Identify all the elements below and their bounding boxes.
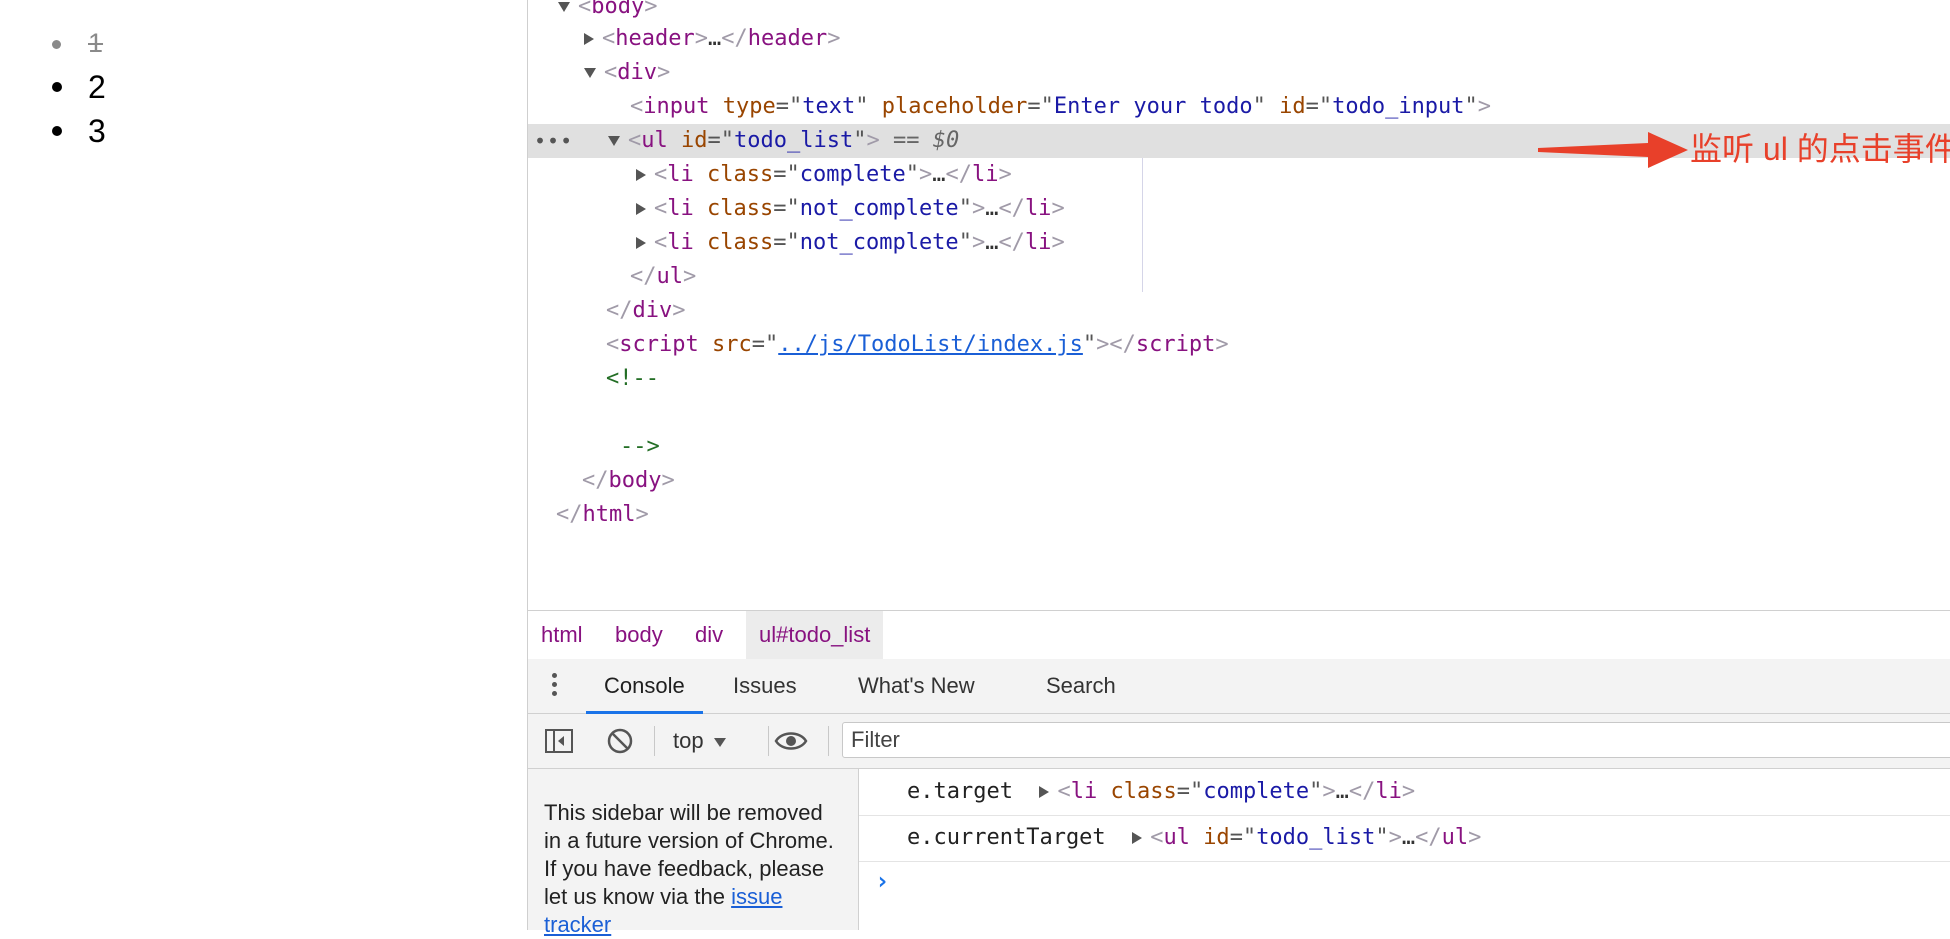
rendered-page: 1 2 3 [0, 0, 527, 930]
todo-item[interactable]: 2 [44, 68, 106, 112]
breadcrumb-div[interactable]: div [682, 611, 736, 659]
todo-item[interactable]: 1 [44, 24, 106, 68]
more-options-icon[interactable]: ••• [534, 124, 573, 158]
tree-node-html-close[interactable]: </html> [528, 498, 1950, 532]
breadcrumb-html[interactable]: html [528, 611, 596, 659]
annotation-text: 监听 ul 的点击事件 [1690, 131, 1950, 167]
script-src-link[interactable]: ../js/TodoList/index.js [778, 332, 1083, 357]
expand-arrow-icon[interactable] [608, 136, 620, 146]
sidebar-toggle-icon[interactable] [544, 727, 574, 755]
tree-indent-guide [1142, 158, 1143, 292]
toolbar-divider [768, 726, 769, 756]
expand-arrow-icon[interactable] [1039, 786, 1050, 798]
todo-item[interactable]: 3 [44, 112, 106, 156]
console-output: e.target <li class="complete">…</li> e.c… [859, 769, 1950, 930]
console-message[interactable]: e.currentTarget <ul id="todo_list">…</ul… [859, 815, 1950, 862]
tree-node-ul-close[interactable]: </ul> [528, 260, 1950, 294]
todo-item-text: 1 [88, 28, 104, 58]
tree-node-div[interactable]: <div> [528, 56, 1950, 90]
selected-marker: == $0 [892, 128, 960, 153]
todo-item-text: 2 [88, 69, 106, 105]
tree-node-li[interactable]: <li class="not_complete">…</li> [528, 226, 1950, 260]
sidebar-deprecation-message: This sidebar will be removed in a future… [544, 800, 834, 937]
toolbar-divider [828, 726, 829, 756]
tree-node-header[interactable]: <header>…</header> [528, 22, 1950, 56]
tab-console[interactable]: Console [586, 659, 703, 714]
expand-arrow-icon[interactable] [584, 68, 596, 78]
tree-node-comment-close[interactable]: --> [528, 430, 1950, 464]
breadcrumb-body[interactable]: body [602, 611, 676, 659]
console-message[interactable]: e.target <li class="complete">…</li> [859, 769, 1950, 816]
clear-console-icon[interactable] [606, 727, 634, 755]
bullet-icon [52, 40, 61, 49]
tab-issues[interactable]: Issues [733, 659, 797, 713]
tree-node-body-close[interactable]: </body> [528, 464, 1950, 498]
tree-node-comment-open[interactable]: <!-- [528, 362, 1950, 396]
collapse-arrow-icon[interactable] [636, 169, 646, 181]
collapse-arrow-icon[interactable] [636, 237, 646, 249]
tree-node-body[interactable]: <body> [528, 0, 1950, 24]
tab-whats-new[interactable]: What's New [858, 659, 975, 713]
more-tools-icon[interactable] [552, 673, 558, 700]
console-toolbar: top [528, 714, 1950, 769]
context-selector[interactable]: top [673, 714, 726, 768]
breadcrumb-ul[interactable]: ul#todo_list [746, 611, 884, 659]
tree-node-li[interactable]: <li class="not_complete">…</li> [528, 192, 1950, 226]
todo-item-text: 3 [88, 113, 106, 149]
tab-search[interactable]: Search [1046, 659, 1116, 713]
todo-list[interactable]: 1 2 3 [44, 24, 106, 156]
tree-node-script[interactable]: <script src="../js/TodoList/index.js"></… [528, 328, 1950, 362]
eye-icon[interactable] [774, 727, 808, 755]
breadcrumb: html body div ul#todo_list [528, 610, 1950, 660]
annotation-arrow-icon [1538, 132, 1688, 168]
elements-tree[interactable]: <body> <header>…</header> <div> <input t… [528, 0, 1950, 610]
bullet-icon [52, 126, 62, 136]
collapse-arrow-icon[interactable] [636, 203, 646, 215]
devtools-panel: <body> <header>…</header> <div> <input t… [527, 0, 1950, 937]
filter-input[interactable] [842, 722, 1950, 758]
bullet-icon [52, 82, 62, 92]
tree-node-input[interactable]: <input type="text" placeholder="Enter yo… [528, 90, 1950, 124]
toolbar-divider [654, 726, 655, 756]
dropdown-caret-icon [713, 737, 726, 747]
tree-node-div-close[interactable]: </div> [528, 294, 1950, 328]
expand-arrow-icon[interactable] [558, 2, 570, 12]
console-sidebar: This sidebar will be removed in a future… [528, 769, 859, 937]
drawer-tabbar: Console Issues What's New Search [528, 659, 1950, 714]
collapse-arrow-icon[interactable] [584, 33, 594, 45]
expand-arrow-icon[interactable] [1132, 832, 1143, 844]
console-prompt-icon[interactable]: › [875, 867, 889, 895]
